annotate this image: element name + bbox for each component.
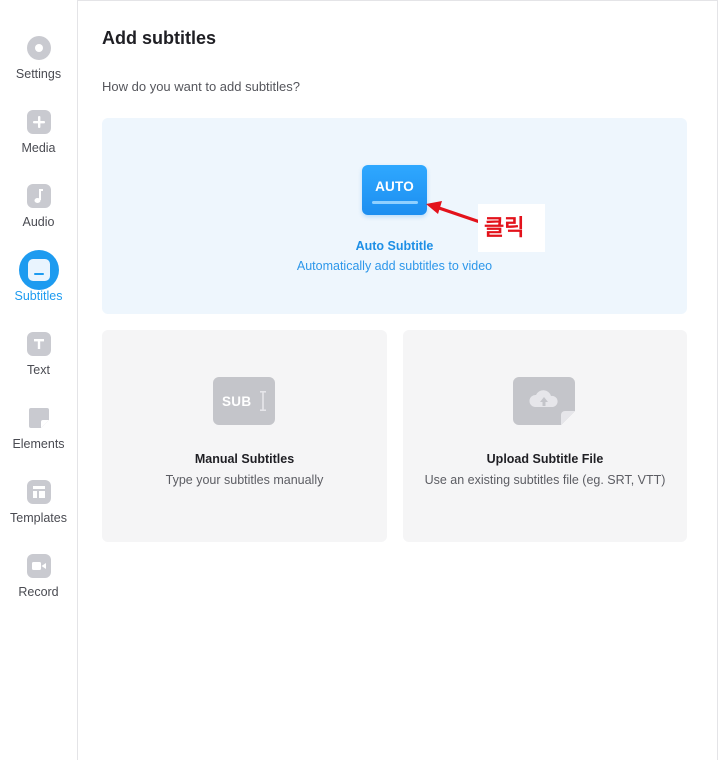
text-cursor-icon bbox=[260, 391, 266, 411]
upload-subtitle-file-option[interactable]: Upload Subtitle File Use an existing sub… bbox=[403, 330, 687, 542]
annotation-arrow-icon bbox=[426, 201, 482, 224]
text-icon bbox=[26, 332, 51, 356]
sidebar-item-elements[interactable]: Elements bbox=[0, 406, 77, 480]
settings-icon bbox=[26, 36, 51, 60]
auto-subtitle-description: Automatically add subtitles to video bbox=[296, 259, 493, 273]
subtitles-icon bbox=[27, 259, 50, 281]
sidebar-item-label: Media bbox=[21, 141, 56, 155]
click-annotation-text: 클릭 bbox=[484, 216, 525, 241]
sidebar-item-label: Text bbox=[27, 363, 50, 377]
sidebar-item-label: Record bbox=[18, 585, 59, 599]
elements-icon bbox=[27, 406, 51, 430]
manual-subtitles-description: Type your subtitles manually bbox=[165, 473, 324, 487]
manual-subtitles-title: Manual Subtitles bbox=[194, 452, 295, 466]
sidebar-item-label: Settings bbox=[15, 67, 62, 81]
upload-subtitle-title: Upload Subtitle File bbox=[486, 452, 604, 466]
sidebar-item-record[interactable]: Record bbox=[0, 554, 77, 628]
camera-icon bbox=[26, 554, 51, 578]
auto-subtitle-option[interactable]: AUTO Auto Subtitle Automatically add sub… bbox=[102, 118, 687, 314]
sidebar-item-settings[interactable]: Settings bbox=[0, 36, 77, 110]
sidebar-item-label: Elements bbox=[12, 437, 65, 451]
cloud-upload-icon bbox=[513, 377, 575, 425]
manual-tile-text: SUB bbox=[222, 394, 252, 409]
sidebar-item-subtitles[interactable]: Subtitles bbox=[0, 250, 77, 332]
manual-subtitles-option[interactable]: SUB Manual Subtitles Type your subtitles… bbox=[102, 330, 387, 542]
sidebar-item-label: Templates bbox=[10, 511, 67, 525]
active-indicator bbox=[18, 250, 59, 290]
page-title: Add subtitles bbox=[102, 28, 217, 48]
sidebar-item-label: Audio bbox=[22, 215, 55, 229]
plus-icon bbox=[26, 110, 51, 134]
auto-subtitle-title: Auto Subtitle bbox=[355, 239, 434, 253]
upload-subtitle-description: Use an existing subtitles file (eg. SRT,… bbox=[424, 473, 666, 487]
sidebar-item-audio[interactable]: Audio bbox=[0, 184, 77, 258]
click-annotation: 클릭 bbox=[478, 204, 545, 252]
auto-subtitle-icon: AUTO bbox=[362, 165, 427, 215]
sidebar-item-templates[interactable]: Templates bbox=[0, 480, 77, 554]
auto-tile-text: AUTO bbox=[375, 179, 414, 194]
auto-tile-underline bbox=[372, 201, 418, 204]
sidebar: Settings Media Audio Subtitles Text Elem… bbox=[0, 0, 78, 760]
manual-subtitles-icon: SUB bbox=[213, 377, 275, 425]
music-note-icon bbox=[26, 184, 51, 208]
sidebar-item-label: Subtitles bbox=[14, 289, 63, 303]
templates-icon bbox=[26, 480, 51, 504]
sidebar-item-media[interactable]: Media bbox=[0, 110, 77, 184]
sidebar-item-text[interactable]: Text bbox=[0, 332, 77, 406]
page-question: How do you want to add subtitles? bbox=[102, 79, 301, 94]
